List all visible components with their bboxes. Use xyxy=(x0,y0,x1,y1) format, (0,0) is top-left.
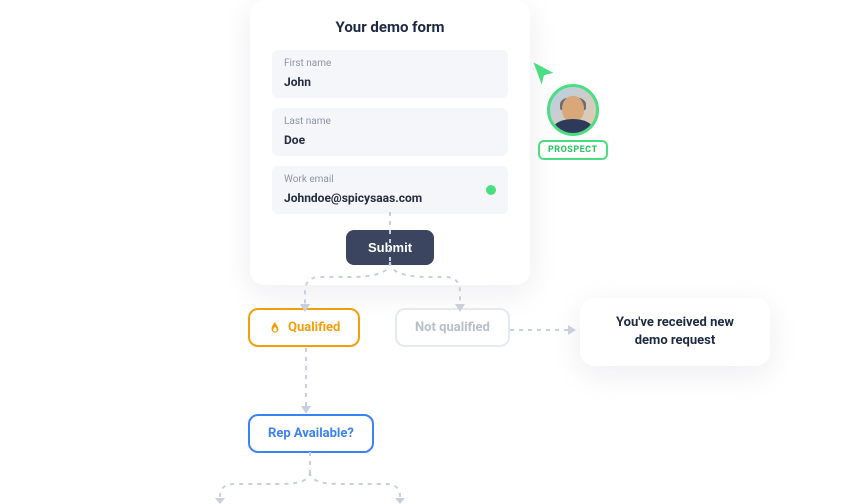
first-name-label: First name xyxy=(284,58,496,69)
rep-available-node: Rep Available? xyxy=(248,414,374,453)
qualified-label: Qualified xyxy=(288,320,340,335)
work-email-value: Johndoe@spicysaas.com xyxy=(284,191,422,205)
prospect-avatar-group: PROSPECT xyxy=(538,84,608,160)
connector-rep-split xyxy=(180,452,440,504)
first-name-field[interactable]: First name John xyxy=(272,50,508,98)
notification-text: You've received new demo request xyxy=(616,315,734,348)
demo-form-card: Your demo form First name John Last name… xyxy=(250,0,530,285)
first-name-value: John xyxy=(284,75,311,89)
connector-qualified-rep xyxy=(296,348,316,416)
last-name-value: Doe xyxy=(284,133,305,147)
last-name-field[interactable]: Last name Doe xyxy=(272,108,508,156)
notification-card: You've received new demo request xyxy=(580,298,770,366)
submit-button[interactable]: Submit xyxy=(346,230,434,265)
form-title: Your demo form xyxy=(272,18,508,36)
check-icon xyxy=(486,185,496,195)
not-qualified-label: Not qualified xyxy=(415,320,490,335)
not-qualified-node: Not qualified xyxy=(395,308,510,347)
qualified-node: Qualified xyxy=(248,308,360,347)
work-email-field[interactable]: Work email Johndoe@spicysaas.com xyxy=(272,166,508,214)
last-name-label: Last name xyxy=(284,116,496,127)
fire-icon xyxy=(268,321,282,335)
prospect-badge: PROSPECT xyxy=(538,140,608,160)
avatar xyxy=(547,84,599,136)
rep-available-label: Rep Available? xyxy=(268,426,354,441)
work-email-label: Work email xyxy=(284,174,496,185)
connector-notqualified-notification xyxy=(510,320,580,340)
